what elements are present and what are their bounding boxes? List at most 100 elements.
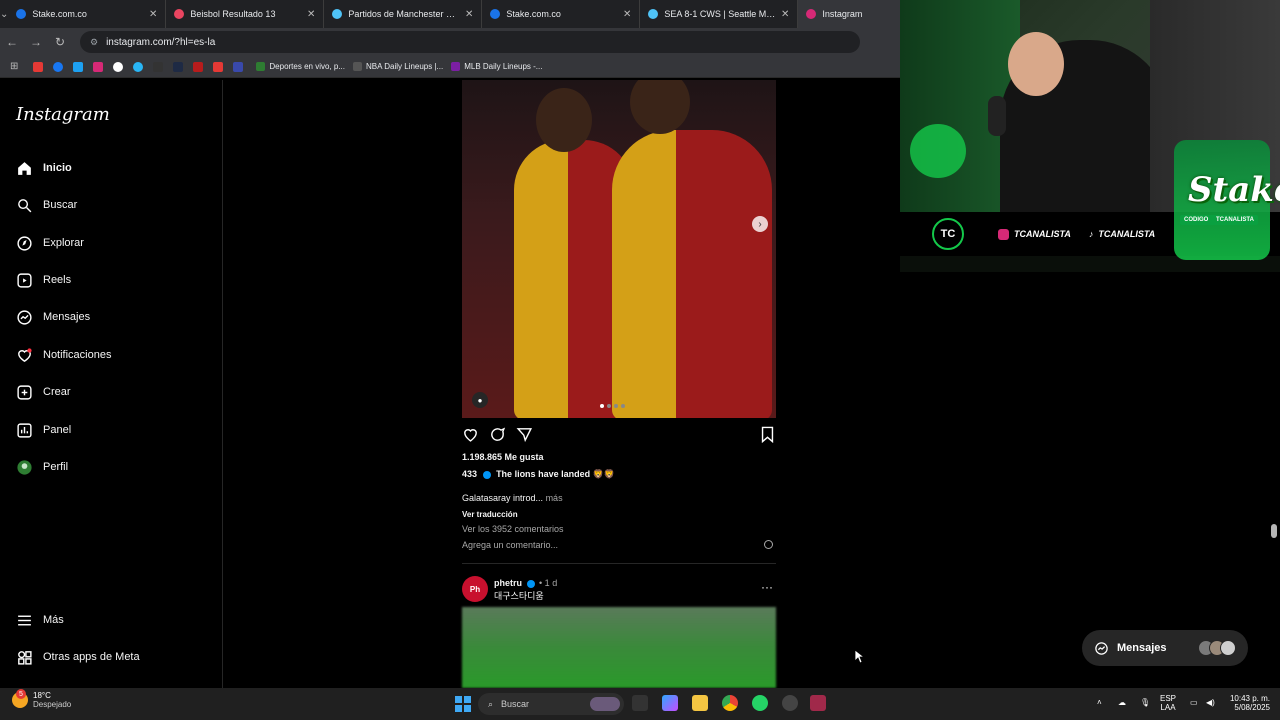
stake-logo: Stake <box>1188 170 1280 210</box>
weather-temperature: 18°C <box>33 691 51 700</box>
post2-avatar[interactable]: Ph <box>462 576 488 602</box>
obs-icon[interactable] <box>782 695 798 711</box>
bookmark-item[interactable]: Deportes en vivo, p... <box>256 62 345 71</box>
sidebar-item-explorar[interactable]: Explorar <box>16 233 84 253</box>
instagram-handle-text: TCANALISTA <box>1014 229 1071 239</box>
post-username[interactable]: 433 <box>462 469 477 479</box>
taskbar-search-input[interactable]: ⌕ Buscar <box>478 693 624 715</box>
tab-title: Stake.com.co <box>32 9 87 19</box>
volume-icon[interactable]: ◀) <box>1206 698 1215 707</box>
weather-condition: Despejado <box>33 700 72 709</box>
post-image[interactable]: › ● <box>462 80 776 418</box>
post2-location[interactable]: 대구스타디움 <box>494 589 544 602</box>
share-icon[interactable] <box>516 426 533 443</box>
taskview-icon[interactable] <box>632 695 648 711</box>
forward-icon[interactable]: → <box>24 35 48 49</box>
likes-count[interactable]: 1.198.865 Me gusta <box>462 452 544 462</box>
tiktok-handle-text: TCANALISTA <box>1098 229 1156 239</box>
clock[interactable]: 10:43 p. m. 5/08/2025 <box>1226 694 1270 712</box>
post2-header: phetru • 1 d <box>494 578 557 588</box>
tiktok-handle: ♪ TCANALISTA <box>1089 229 1155 239</box>
back-icon[interactable]: ← <box>0 35 24 49</box>
browser-tab[interactable]: Beisbol Resultado 13 ✕ <box>166 0 325 28</box>
scrollbar[interactable] <box>1271 524 1277 538</box>
next-image-icon[interactable]: › <box>752 216 768 232</box>
display-icon[interactable]: ▭ <box>1190 698 1198 707</box>
sidebar-item-inicio[interactable]: Inicio <box>16 158 72 178</box>
messages-pill-label: Mensajes <box>1117 642 1167 654</box>
sidebar-item-panel[interactable]: Panel <box>16 420 71 440</box>
chrome-icon[interactable] <box>722 695 738 711</box>
bookmark-blue-icon[interactable] <box>233 61 244 72</box>
bookmark-item[interactable]: MLB Daily Lineups -... <box>451 62 542 71</box>
url-input[interactable]: ⚙ instagram.com/?hl=es-la <box>80 31 860 53</box>
network-icon[interactable]: ☁ <box>1118 698 1126 707</box>
translate-link[interactable]: Ver traducción <box>462 510 518 519</box>
close-icon[interactable]: ✕ <box>307 9 315 20</box>
instagram-logo[interactable]: Instagram <box>16 104 110 125</box>
bookmark-item[interactable]: NBA Daily Lineups |... <box>352 62 443 71</box>
apps-grid-icon[interactable]: ⊞ <box>10 61 18 72</box>
emoji-icon[interactable] <box>764 540 773 549</box>
post2-username[interactable]: phetru <box>494 578 522 588</box>
tagged-user-icon[interactable]: ● <box>472 392 488 408</box>
stake-code: CODIGO TCANALISTA <box>1180 215 1258 225</box>
lang-code: ESP <box>1160 694 1177 703</box>
google-icon[interactable] <box>113 61 124 72</box>
sidebar-bottom-item[interactable]: Más <box>16 610 64 630</box>
chatgpt-icon[interactable] <box>153 61 164 72</box>
sidebar-item-crear[interactable]: Crear <box>16 382 71 402</box>
browser-tab[interactable]: Stake.com.co ✕ <box>482 0 641 28</box>
bookmark-red2-icon[interactable] <box>213 61 224 72</box>
mic-icon[interactable]: 🎙 <box>1140 698 1150 707</box>
sidebar-item-perfil[interactable]: Perfil <box>16 457 68 477</box>
browser-tab[interactable]: Stake.com.co ✕ <box>8 0 167 28</box>
close-icon[interactable]: ✕ <box>149 9 157 20</box>
close-icon[interactable]: ✕ <box>623 9 631 20</box>
sidebar-item-reels[interactable]: Reels <box>16 270 71 290</box>
weather-widget[interactable]: 5 18°C Despejado <box>12 689 72 709</box>
avatar <box>1220 640 1236 656</box>
more-link[interactable]: más <box>546 493 563 503</box>
instagram-sidebar: Instagram Inicio Buscar Explorar Reels M… <box>0 80 223 688</box>
sidebar-item-buscar[interactable]: Buscar <box>16 195 77 215</box>
youtube-icon[interactable] <box>33 61 44 72</box>
mouse-cursor-icon <box>855 650 865 664</box>
sidebar-item-label: Crear <box>43 386 71 398</box>
facebook-icon[interactable] <box>53 61 64 72</box>
browser-tab[interactable]: Partidos de Manchester City - F ✕ <box>324 0 483 28</box>
whatsapp-icon[interactable] <box>752 695 768 711</box>
sidebar-bottom-item[interactable]: Otras apps de Meta <box>16 647 140 667</box>
add-comment-input[interactable]: Agrega un comentario... <box>462 540 558 550</box>
file-explorer-icon[interactable] <box>692 695 708 711</box>
view-comments-link[interactable]: Ver los 3952 comentarios <box>462 524 564 534</box>
bookmark-blank-icon[interactable] <box>173 61 184 72</box>
instagram-icon[interactable] <box>93 61 104 72</box>
site-info-icon[interactable]: ⚙ <box>90 37 98 48</box>
language-indicator[interactable]: ESP LAA <box>1160 694 1176 712</box>
windows-start-icon[interactable] <box>455 696 471 712</box>
sidebar-item-notificaciones[interactable]: Notificaciones <box>16 345 111 365</box>
tray-overflow-icon[interactable]: ˄ <box>1097 698 1102 707</box>
twitter-icon[interactable] <box>73 61 84 72</box>
copilot-icon[interactable] <box>662 695 678 711</box>
more-options-icon[interactable]: ··· <box>761 580 773 594</box>
messenger-icon <box>17 309 32 325</box>
close-icon[interactable]: ✕ <box>781 9 789 20</box>
sidebar-item-label: Inicio <box>43 162 72 174</box>
close-icon[interactable]: ✕ <box>465 9 473 20</box>
comment-icon[interactable] <box>489 426 506 443</box>
save-bookmark-icon[interactable] <box>760 426 775 443</box>
reload-icon[interactable]: ↻ <box>48 35 72 49</box>
browser-tab[interactable]: SEA 8-1 CWS | Seattle Mariners ✕ <box>640 0 799 28</box>
messages-pill[interactable]: Mensajes <box>1082 630 1248 666</box>
app-icon[interactable] <box>810 695 826 711</box>
post2-image[interactable] <box>462 607 776 688</box>
like-heart-icon[interactable] <box>462 426 479 443</box>
sidebar-item-mensajes[interactable]: Mensajes <box>16 307 90 327</box>
carousel-dots <box>600 404 625 408</box>
telegram-icon[interactable] <box>133 61 144 72</box>
bookmark-red-icon[interactable] <box>193 61 204 72</box>
tab-title: Beisbol Resultado 13 <box>190 9 276 19</box>
tab-search-icon[interactable]: ⌄ <box>0 0 8 28</box>
